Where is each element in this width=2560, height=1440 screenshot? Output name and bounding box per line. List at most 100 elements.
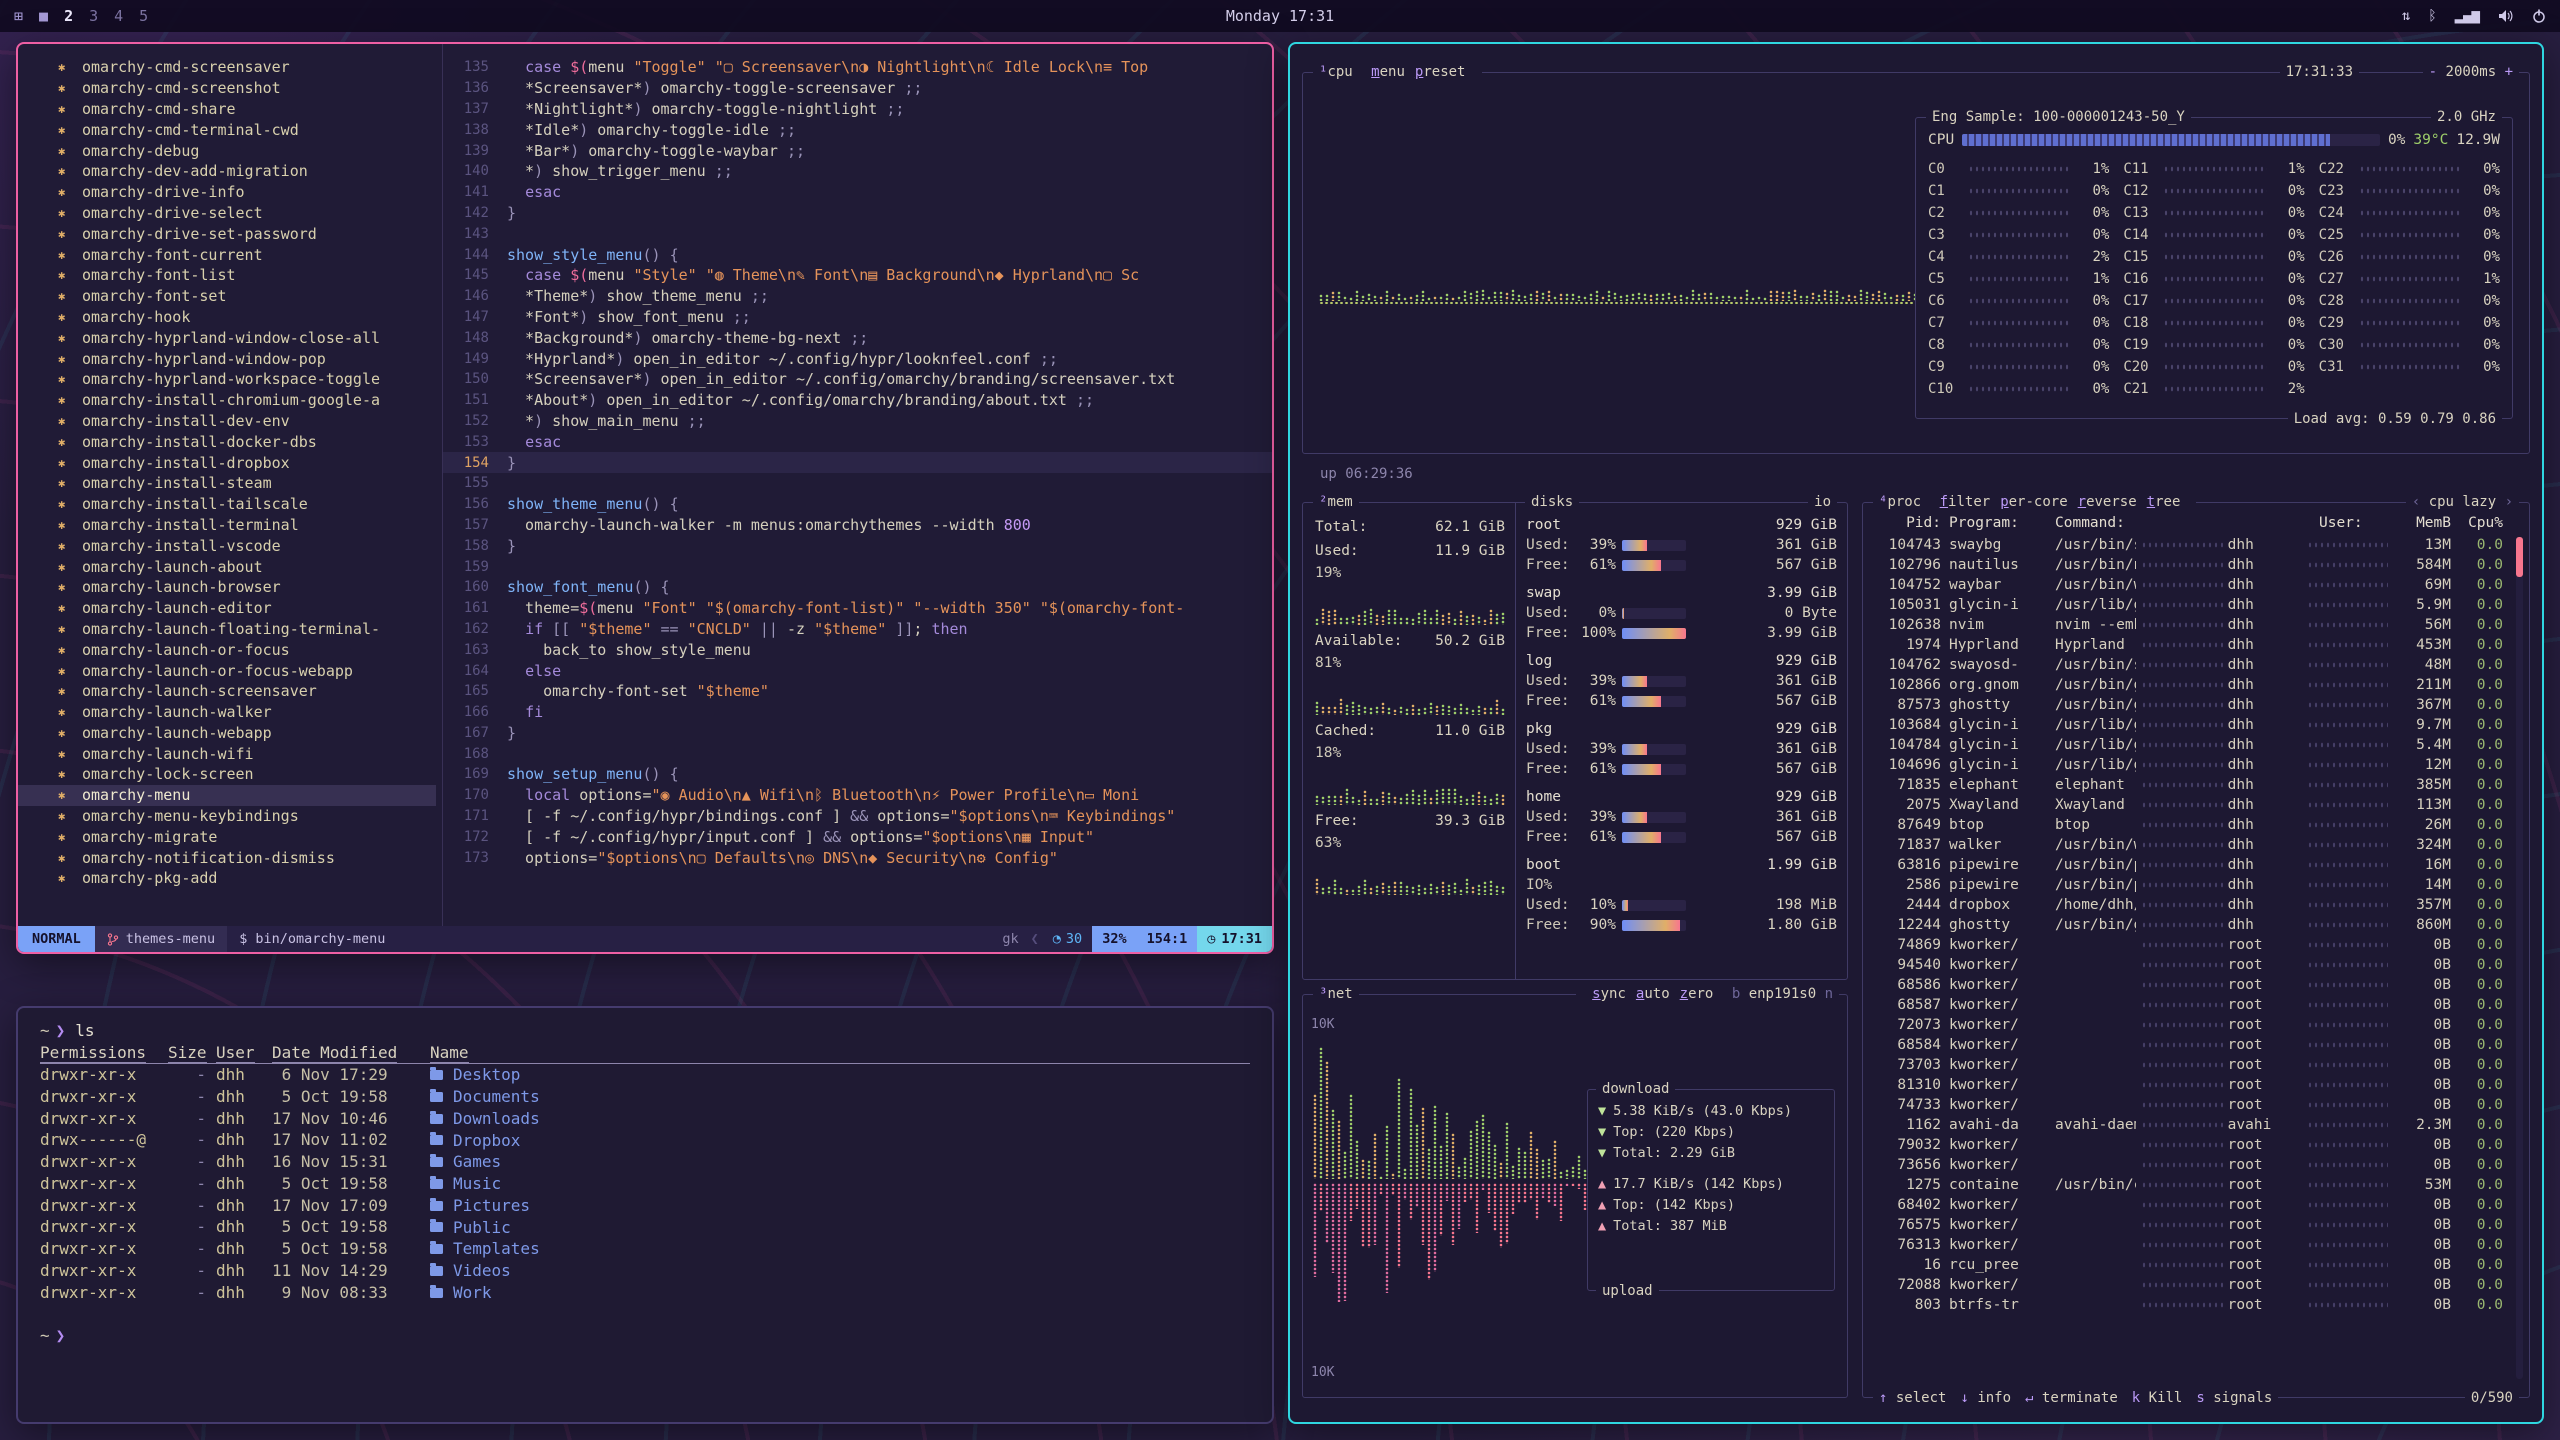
process-row[interactable]: 16rcu_preeroot0B0.0 [1875,1255,2503,1275]
proc-footer-signals[interactable]: s signals [2196,1388,2272,1408]
proc-scrollbar[interactable] [2516,537,2523,1379]
net-button-zero[interactable]: zero [1680,984,1714,1004]
interval-minus-button[interactable]: - [2429,64,2437,80]
process-row[interactable]: 104743swaybg/usr/bin/swaybg -i /homdhh13… [1875,535,2503,555]
process-row[interactable]: 72088kworker/root0B0.0 [1875,1275,2503,1295]
file-tree-item[interactable]: ✱omarchy-launch-webapp [18,723,436,744]
levels-icon[interactable]: ▂▄▆ [2455,8,2480,24]
bluetooth-icon[interactable]: ᛒ [2428,8,2436,24]
file-tree-item[interactable]: ✱omarchy-hyprland-window-close-all [18,327,436,348]
process-row[interactable]: 104762swayosd-/usr/bin/swayosd-serverdhh… [1875,655,2503,675]
proc-col-header[interactable]: Program: [1949,513,2055,533]
cpu-button-preset[interactable]: preset [1415,62,1466,82]
process-row[interactable]: 71835elephantelephantdhh385M0.0 [1875,775,2503,795]
file-tree-item[interactable]: ✱omarchy-install-docker-dbs [18,431,436,452]
power-icon[interactable] [2532,9,2546,23]
process-row[interactable]: 102866org.gnom/usr/bin/gjs /usr/lib/odhh… [1875,675,2503,695]
file-tree-item[interactable]: ✱omarchy-install-dev-env [18,411,436,432]
proc-col-header[interactable]: Cpu% [2451,513,2503,533]
process-row[interactable]: 76313kworker/root0B0.0 [1875,1235,2503,1255]
file-tree-item[interactable]: ✱omarchy-cmd-screenshot [18,78,436,99]
file-tree-item[interactable]: ✱omarchy-launch-wifi [18,743,436,764]
file-tree-item[interactable]: ✱omarchy-launch-or-focus-webapp [18,660,436,681]
proc-button-reverse[interactable]: reverse [2078,492,2137,512]
file-tree-item[interactable]: ✱omarchy-font-current [18,244,436,265]
file-tree-item[interactable]: ✱omarchy-install-dropbox [18,452,436,473]
proc-button-tree[interactable]: tree [2147,492,2181,512]
proc-col-header[interactable]: Command: [2055,513,2319,533]
process-row[interactable]: 87649btopbtopdhh26M0.0 [1875,815,2503,835]
file-tree-item[interactable]: ✱omarchy-launch-editor [18,598,436,619]
file-tree-item[interactable]: ✱omarchy-font-list [18,265,436,286]
iface-next-button[interactable]: n [1825,986,1833,1002]
proc-col-header[interactable]: MemB [2393,513,2451,533]
file-tree-item[interactable]: ✱omarchy-launch-about [18,556,436,577]
file-tree-item[interactable]: ✱omarchy-menu [18,785,436,806]
file-tree-item[interactable]: ✱omarchy-debug [18,140,436,161]
process-row[interactable]: 71837walker/usr/bin/walker --gappldhh324… [1875,835,2503,855]
process-row[interactable]: 68586kworker/root0B0.0 [1875,975,2503,995]
process-row[interactable]: 2444dropbox/home/dhh/.dropbox-distdhh357… [1875,895,2503,915]
file-tree-item[interactable]: ✱omarchy-pkg-add [18,868,436,889]
process-row[interactable]: 1275containe/usr/bin/containerdroot53M0.… [1875,1175,2503,1195]
process-row[interactable]: 68402kworker/root0B0.0 [1875,1195,2503,1215]
file-tree-item[interactable]: ✱omarchy-launch-or-focus [18,639,436,660]
net-buttons[interactable]: syncautozero [1587,984,1718,1004]
file-tree-item[interactable]: ✱omarchy-font-set [18,286,436,307]
proc-button-per-core[interactable]: per-core [2000,492,2067,512]
process-row[interactable]: 105031glycin-i/usr/lib/glycin-loadersdhh… [1875,595,2503,615]
cpu-button-menu[interactable]: menu [1371,62,1405,82]
file-tree[interactable]: ✱omarchy-cmd-screensaver✱omarchy-cmd-scr… [18,44,443,926]
file-tree-item[interactable]: ✱omarchy-launch-screensaver [18,681,436,702]
file-tree-item[interactable]: ✱omarchy-launch-walker [18,702,436,723]
file-tree-item[interactable]: ✱omarchy-launch-browser [18,577,436,598]
proc-footer-Kill[interactable]: k Kill [2132,1388,2183,1408]
file-tree-item[interactable]: ✱omarchy-install-vscode [18,535,436,556]
process-row[interactable]: 79032kworker/root0B0.0 [1875,1135,2503,1155]
proc-button-filter[interactable]: filter [1940,492,1991,512]
process-row[interactable]: 94540kworker/root0B0.0 [1875,955,2503,975]
proc-footer-terminate[interactable]: ↵ terminate [2025,1388,2118,1408]
volume-icon[interactable] [2498,9,2514,23]
file-tree-item[interactable]: ✱omarchy-launch-floating-terminal- [18,619,436,640]
process-row[interactable]: 68584kworker/root0B0.0 [1875,1035,2503,1055]
process-row[interactable]: 74869kworker/root0B0.0 [1875,935,2503,955]
process-row[interactable]: 1974HyprlandHyprlanddhh453M0.0 [1875,635,2503,655]
file-tree-item[interactable]: ✱omarchy-cmd-share [18,99,436,120]
iface-prev-button[interactable]: b [1732,986,1740,1002]
process-row[interactable]: 104752waybar/usr/bin/waybardhh69M0.0 [1875,575,2503,595]
terminal-body[interactable]: ~❯lsPermissionsSizeUserDate ModifiedName… [18,1008,1272,1358]
terminal-prompt-line[interactable]: ~❯ [40,1325,1250,1347]
process-row[interactable]: 72073kworker/root0B0.0 [1875,1015,2503,1035]
process-row[interactable]: 81310kworker/root0B0.0 [1875,1075,2503,1095]
proc-col-header[interactable]: User: [2319,513,2393,533]
file-tree-item[interactable]: ✱omarchy-drive-set-password [18,223,436,244]
update-interval[interactable]: - 2000ms + [2423,62,2519,82]
process-row[interactable]: 104696glycin-i/usr/lib/glycin-loadersdhh… [1875,755,2503,775]
proc-footer-info[interactable]: ↓ info [1960,1388,2011,1408]
process-row[interactable]: 1162avahi-daavahi-daemon: running [avahi… [1875,1115,2503,1135]
process-row[interactable]: 63816pipewire/usr/bin/pipewiredhh16M0.0 [1875,855,2503,875]
file-tree-item[interactable]: ✱omarchy-cmd-screensaver [18,57,436,78]
process-row[interactable]: 87573ghostty/usr/bin/ghostty --gtk-dhh36… [1875,695,2503,715]
process-row[interactable]: 2586pipewire/usr/bin/pipewire-pulsedhh14… [1875,875,2503,895]
file-tree-item[interactable]: ✱omarchy-drive-info [18,182,436,203]
code-pane[interactable]: 135 case $(menu "Toggle" "▢ Screensaver\… [443,44,1272,926]
file-tree-item[interactable]: ✱omarchy-lock-screen [18,764,436,785]
process-row[interactable]: 104784glycin-i/usr/lib/glycin-loadersdhh… [1875,735,2503,755]
process-row[interactable]: 76575kworker/root0B0.0 [1875,1215,2503,1235]
file-tree-item[interactable]: ✱omarchy-migrate [18,826,436,847]
process-row[interactable]: 73703kworker/root0B0.0 [1875,1055,2503,1075]
process-row[interactable]: 803btrfs-trroot0B0.0 [1875,1295,2503,1315]
file-tree-item[interactable]: ✱omarchy-install-terminal [18,515,436,536]
process-row[interactable]: 68587kworker/root0B0.0 [1875,995,2503,1015]
cpu-box-buttons[interactable]: menu preset [1366,62,1470,82]
process-row[interactable]: 102638nvimnvim --embed .dhh56M0.0 [1875,615,2503,635]
proc-scrollbar-thumb[interactable] [2516,537,2523,577]
file-tree-item[interactable]: ✱omarchy-dev-add-migration [18,161,436,182]
process-row[interactable]: 103684glycin-i/usr/lib/glycin-loadersdhh… [1875,715,2503,735]
proc-box-buttons[interactable]: filter per-core reverse tree [1935,492,2186,512]
process-row[interactable]: 73656kworker/root0B0.0 [1875,1155,2503,1175]
net-button-auto[interactable]: auto [1636,984,1670,1004]
file-tree-item[interactable]: ✱omarchy-hyprland-window-pop [18,348,436,369]
